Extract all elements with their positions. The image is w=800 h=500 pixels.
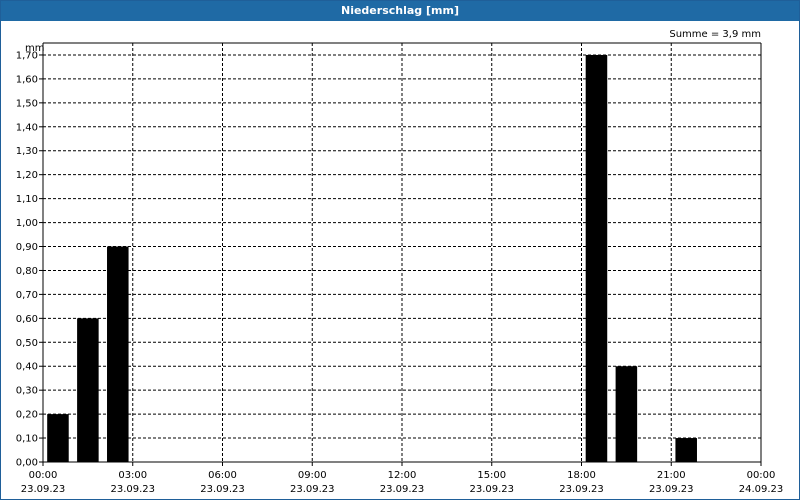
- y-tick-label: 1,50: [16, 98, 38, 109]
- bar: [675, 438, 697, 462]
- axes: [39, 42, 762, 466]
- x-tick-date-label: 23.09.23: [469, 484, 514, 495]
- bar: [47, 414, 69, 462]
- y-tick-label: 0,40: [16, 362, 38, 373]
- x-tick-time-label: 15:00: [477, 470, 506, 481]
- y-tick-label: 0,30: [16, 386, 38, 397]
- x-tick-date-label: 23.09.23: [290, 484, 335, 495]
- precipitation-chart: mm Summe = 3,9 mm 0,000,100,200,300,400,…: [16, 29, 784, 495]
- y-tick-label: 1,70: [16, 50, 38, 61]
- x-tick-date-label: 23.09.23: [649, 484, 694, 495]
- bar: [585, 54, 608, 462]
- y-tick-label: 0,10: [16, 434, 38, 445]
- x-tick-time-label: 00:00: [29, 470, 58, 481]
- y-tick-label: 1,30: [16, 146, 38, 157]
- x-tick-date-label: 24.09.23: [739, 484, 784, 495]
- y-tick-label: 1,00: [16, 218, 38, 229]
- y-tick-label: 0,80: [16, 266, 38, 277]
- y-tick-label: 1,20: [16, 170, 38, 181]
- grid-lines: [43, 43, 761, 462]
- x-tick-time-label: 18:00: [567, 470, 596, 481]
- x-tick-time-label: 21:00: [657, 470, 686, 481]
- y-tick-label: 1,10: [16, 194, 38, 205]
- x-tick-time-label: 09:00: [298, 470, 327, 481]
- x-tick-date-label: 23.09.23: [559, 484, 604, 495]
- chart-window: Niederschlag [mm] mm Summe = 3,9 mm 0,00…: [0, 0, 800, 500]
- bar: [77, 318, 99, 462]
- x-tick-date-label: 23.09.23: [110, 484, 155, 495]
- x-tick-date-label: 23.09.23: [21, 484, 66, 495]
- y-tick-label: 1,40: [16, 122, 38, 133]
- x-tick-labels: 00:00 23.09.23 03:00 23.09.23 06:00 23.09.23 0…: [21, 470, 784, 495]
- bar: [107, 246, 129, 462]
- y-tick-label: 0,20: [16, 410, 38, 421]
- y-tick-label: 0,50: [16, 338, 38, 349]
- x-tick-date-label: 23.09.23: [380, 484, 425, 495]
- bar: [615, 366, 638, 462]
- y-tick-label: 0,90: [16, 242, 38, 253]
- x-tick-time-label: 00:00: [747, 470, 776, 481]
- y-tick-label: 1,60: [16, 74, 38, 85]
- x-tick-time-label: 06:00: [208, 470, 237, 481]
- x-tick-time-label: 12:00: [388, 470, 417, 481]
- x-tick-time-label: 03:00: [118, 470, 147, 481]
- chart-title: Niederschlag [mm]: [1, 1, 799, 21]
- y-tick-label: 0,70: [16, 290, 38, 301]
- sum-label: Summe = 3,9 mm: [669, 29, 761, 40]
- y-tick-label: 0,60: [16, 314, 38, 325]
- bar-series: [47, 54, 697, 462]
- y-tick-labels: 0,00 0,10 0,20 0,30 0,40 0,50 0,60 0,70 0,80 0,90…: [16, 50, 38, 468]
- x-tick-date-label: 23.09.23: [200, 484, 245, 495]
- y-tick-label: 0,00: [16, 458, 38, 469]
